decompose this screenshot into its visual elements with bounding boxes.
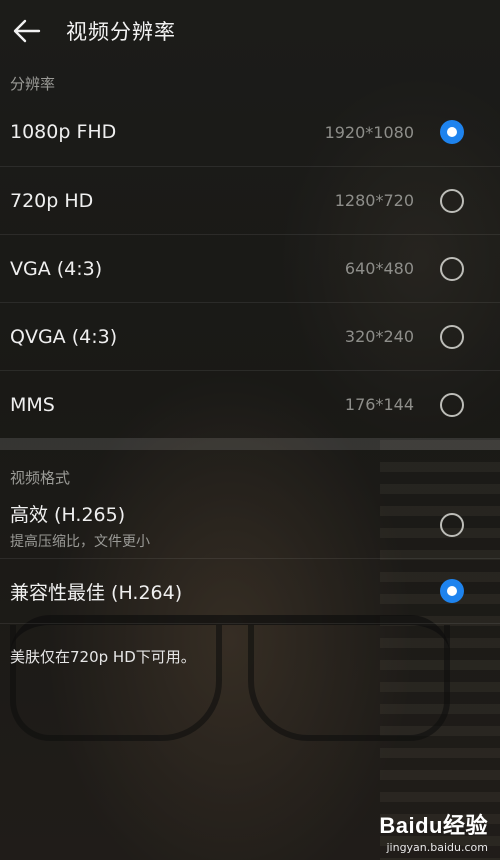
watermark-brand: Baidu经验 xyxy=(379,808,488,840)
option-name: 高效 (H.265) xyxy=(10,503,126,526)
option-resolution: 320*240 xyxy=(344,327,414,346)
radio-selected-icon[interactable] xyxy=(440,579,464,603)
option-resolution: 640*480 xyxy=(344,259,414,278)
section-divider xyxy=(0,438,500,450)
radio-unselected-icon[interactable] xyxy=(440,256,464,281)
resolution-option-qvga[interactable]: QVGA (4:3) 320*240 xyxy=(0,302,500,370)
option-name: 1080p FHD xyxy=(10,121,117,143)
resolution-option-1080p[interactable]: 1080p FHD 1920*1080 xyxy=(0,98,500,166)
option-name: MMS xyxy=(10,393,55,416)
back-button[interactable] xyxy=(2,0,52,62)
beauty-availability-note: 美肤仅在720p HD下可用。 xyxy=(10,648,196,666)
resolution-option-mms[interactable]: MMS 176*144 xyxy=(0,370,500,438)
radio-unselected-icon[interactable] xyxy=(440,392,464,417)
radio-unselected-icon[interactable] xyxy=(440,188,464,213)
radio-unselected-icon[interactable] xyxy=(440,513,464,537)
radio-selected-icon[interactable] xyxy=(440,120,464,144)
page-title: 视频分辨率 xyxy=(66,20,176,44)
option-name: QVGA (4:3) xyxy=(10,325,118,348)
section-label-resolution: 分辨率 xyxy=(10,75,56,93)
option-name: 720p HD xyxy=(10,189,94,212)
format-option-h264[interactable]: 兼容性最佳 (H.264) xyxy=(0,558,500,624)
resolution-option-vga[interactable]: VGA (4:3) 640*480 xyxy=(0,234,500,302)
radio-unselected-icon[interactable] xyxy=(440,324,464,349)
section-label-video-format: 视频格式 xyxy=(10,469,71,487)
watermark-url: jingyan.baidu.com xyxy=(386,841,488,854)
baidu-jingyan-watermark: Baidu经验 jingyan.baidu.com xyxy=(379,808,488,854)
format-option-h265[interactable]: 高效 (H.265) 提高压缩比，文件更小 xyxy=(0,492,500,558)
option-resolution: 1920*1080 xyxy=(324,122,414,142)
settings-screen: 视频分辨率 分辨率 1080p FHD 1920*1080 720p HD 12… xyxy=(0,0,500,667)
option-resolution: 176*144 xyxy=(344,395,414,414)
top-bar: 视频分辨率 xyxy=(0,0,500,62)
option-subtitle: 提高压缩比，文件更小 xyxy=(10,533,150,550)
option-resolution: 1280*720 xyxy=(334,191,414,210)
arrow-left-icon xyxy=(13,19,41,43)
option-name: VGA (4:3) xyxy=(10,257,103,280)
brand-text: Baidu经验 xyxy=(379,813,488,838)
option-name: 兼容性最佳 (H.264) xyxy=(10,581,183,604)
resolution-list: 1080p FHD 1920*1080 720p HD 1280*720 VGA… xyxy=(0,98,500,438)
resolution-option-720p[interactable]: 720p HD 1280*720 xyxy=(0,166,500,234)
